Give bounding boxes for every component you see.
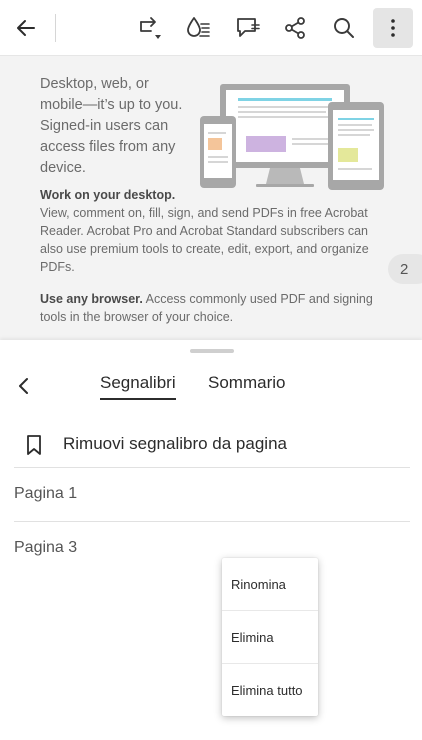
toolbar-divider	[55, 14, 56, 42]
back-button[interactable]	[6, 8, 46, 48]
tab-bookmarks[interactable]: Segnalibri	[100, 373, 176, 400]
remove-bookmark-label: Rimuovi segnalibro da pagina	[63, 434, 287, 453]
fill-sign-button[interactable]	[178, 8, 218, 48]
share-export-button[interactable]	[128, 8, 168, 48]
active-tab-indicator	[100, 398, 176, 400]
share-icon	[285, 17, 305, 39]
use-any-browser-paragraph: Use any browser. Access commonly used PD…	[40, 290, 385, 326]
chevron-left-icon	[19, 378, 28, 394]
ink-fill-icon	[187, 17, 210, 37]
tab-table-of-contents[interactable]: Sommario	[208, 373, 285, 393]
share-export-icon	[140, 17, 161, 39]
divider	[14, 467, 410, 468]
search-icon	[334, 18, 354, 38]
search-button[interactable]	[324, 8, 364, 48]
work-on-desktop-heading: Work on your desktop.	[40, 188, 176, 202]
more-options-button[interactable]	[373, 8, 413, 48]
sheet-drag-handle[interactable]	[190, 349, 234, 353]
top-toolbar	[0, 0, 422, 56]
share-button[interactable]	[275, 8, 315, 48]
page-number-badge[interactable]: 2	[388, 254, 422, 284]
tab-bookmarks-label: Segnalibri	[100, 373, 176, 392]
divider	[14, 521, 410, 522]
document-view[interactable]: Desktop, web, or mobile—it’s up to you. …	[0, 56, 422, 340]
more-vertical-icon	[391, 19, 395, 37]
back-icon	[17, 20, 35, 36]
use-any-browser-heading: Use any browser.	[40, 292, 143, 306]
tab-toc-label: Sommario	[208, 373, 286, 392]
menu-item-delete[interactable]: Elimina	[222, 611, 318, 663]
document-intro-text: Desktop, web, or mobile—it’s up to you. …	[40, 76, 183, 176]
comment-icon	[237, 18, 260, 37]
bookmark-item[interactable]: Pagina 1	[14, 485, 410, 525]
bookmark-icon	[27, 435, 41, 455]
work-on-desktop-body: View, comment on, fill, sign, and send P…	[40, 206, 369, 274]
bookmarks-sheet: Segnalibri Sommario Rimuovi segnalibro d…	[0, 340, 422, 740]
bookmark-context-menu: Rinomina Elimina Elimina tutto	[222, 558, 318, 716]
bookmark-item[interactable]: Pagina 3	[14, 539, 410, 579]
remove-bookmark-button[interactable]: Rimuovi segnalibro da pagina	[0, 428, 422, 468]
menu-item-rename[interactable]: Rinomina	[222, 558, 318, 610]
devices-illustration	[200, 84, 384, 190]
sheet-back-button[interactable]	[10, 372, 38, 400]
work-on-desktop-paragraph: Work on your desktop. View, comment on, f…	[40, 186, 385, 276]
comment-button[interactable]	[227, 8, 267, 48]
menu-item-delete-all[interactable]: Elimina tutto	[222, 664, 318, 716]
